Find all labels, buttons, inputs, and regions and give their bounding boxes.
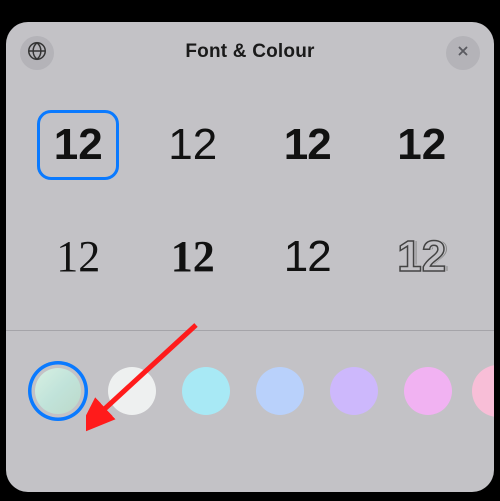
color-swatch-cyan[interactable] bbox=[176, 361, 236, 421]
language-button[interactable] bbox=[20, 36, 54, 70]
font-option-serif-thin[interactable]: 12 bbox=[37, 222, 119, 292]
font-option-sf-light[interactable]: 12 bbox=[152, 110, 234, 180]
swatch-fill bbox=[35, 368, 81, 414]
swatch-fill bbox=[256, 367, 304, 415]
color-swatch-white[interactable] bbox=[102, 361, 162, 421]
color-swatch-purple[interactable] bbox=[324, 361, 384, 421]
swatch-fill bbox=[330, 367, 378, 415]
color-swatch-pastel-green[interactable] bbox=[28, 361, 88, 421]
font-option-sf-rounded[interactable]: 12 bbox=[37, 110, 119, 180]
font-option-serif-bold[interactable]: 12 bbox=[152, 222, 234, 292]
font-option-humanist[interactable]: 12 bbox=[266, 222, 348, 292]
font-grid: 12 12 12 12 12 12 12 12 bbox=[6, 82, 494, 330]
sheet-header: Font & Colour bbox=[6, 22, 494, 82]
sheet-title: Font & Colour bbox=[185, 41, 314, 63]
close-icon bbox=[456, 44, 470, 63]
swatch-fill bbox=[108, 367, 156, 415]
color-row[interactable] bbox=[6, 331, 494, 451]
color-swatch-pink[interactable] bbox=[472, 361, 494, 421]
swatch-fill bbox=[472, 365, 494, 417]
swatch-fill bbox=[182, 367, 230, 415]
font-option-condensed[interactable]: 12 bbox=[266, 110, 348, 180]
swatch-fill bbox=[404, 367, 452, 415]
font-option-outline[interactable]: 12 bbox=[381, 222, 463, 292]
color-swatch-blue[interactable] bbox=[250, 361, 310, 421]
color-swatch-magenta[interactable] bbox=[398, 361, 458, 421]
font-option-stencil[interactable]: 12 bbox=[381, 110, 463, 180]
close-button[interactable] bbox=[446, 36, 480, 70]
globe-icon bbox=[26, 40, 48, 67]
font-colour-sheet: Font & Colour 12 12 12 12 12 12 12 12 bbox=[6, 22, 494, 492]
